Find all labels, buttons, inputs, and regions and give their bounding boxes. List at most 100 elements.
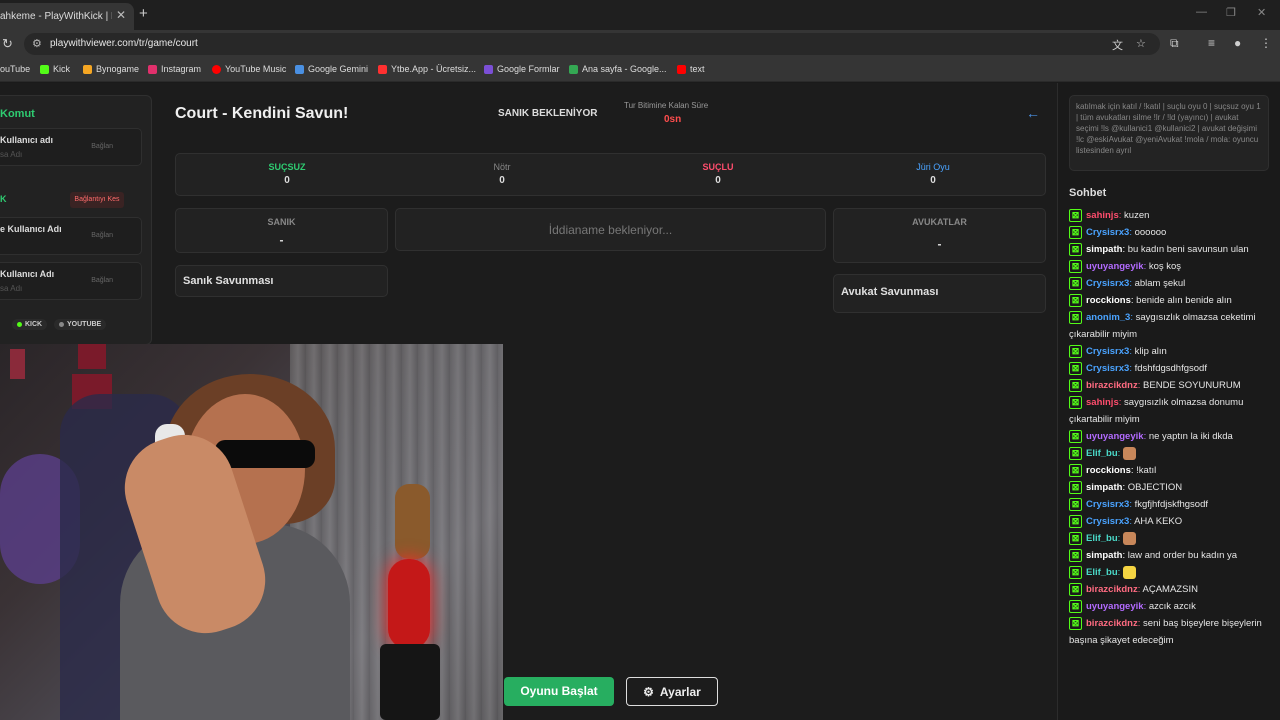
media-icon[interactable]: ≡ <box>1208 36 1215 50</box>
chat-title: Sohbet <box>1069 187 1107 199</box>
card-name: e Kullanıcı Adı <box>0 224 62 234</box>
wall-poster <box>78 344 106 369</box>
bookmark-gemini[interactable]: Google Gemini <box>295 64 368 74</box>
bookmark-instagram[interactable]: Instagram <box>148 64 201 74</box>
chat-username[interactable]: uyuyangeyik <box>1086 261 1144 272</box>
timer-label: Tur Bitimine Kalan Süre <box>624 101 709 110</box>
chat-message: ⊠ simpath: OBJECTION <box>1069 479 1280 496</box>
bookmark-label: Ana sayfa - Google... <box>582 64 667 74</box>
kick-badge-icon: ⊠ <box>1069 463 1082 477</box>
restore-icon[interactable]: ❐ <box>1226 6 1236 19</box>
page-title: Court - Kendini Savun! <box>175 105 349 122</box>
chat-username[interactable]: birazcikdnz <box>1086 618 1138 629</box>
connect-button[interactable]: Bağlan <box>91 143 113 150</box>
bookmark-label: Instagram <box>161 64 202 74</box>
settings-button[interactable]: ⚙ Ayarlar <box>626 677 718 706</box>
chat-message: ⊠ birazcikdnz: seni baş bişeylere bişeyle… <box>1069 615 1280 649</box>
chat-message: ⊠ simpath: bu kadın beni savunsun ulan <box>1069 241 1280 258</box>
youtube-icon <box>677 64 686 74</box>
chat-username[interactable]: birazcikdnz <box>1086 584 1138 595</box>
bookmark-youtube[interactable]: ouTube <box>0 64 30 74</box>
card-sub: sa Adı <box>0 284 23 293</box>
chat-message: ⊠ Elif_bu: <box>1069 564 1280 581</box>
reload-icon[interactable]: ↻ <box>2 36 13 52</box>
back-arrow-icon[interactable]: ← <box>1026 105 1040 121</box>
extensions-icon[interactable]: ⧉ <box>1170 36 1179 51</box>
chat-username[interactable]: Crysisrx3 <box>1086 363 1129 374</box>
browser-tab-active[interactable]: ahkeme - PlayWithKick | Play ✕ <box>0 3 134 30</box>
url-text[interactable]: playwithviewer.com/tr/game/court <box>50 38 198 49</box>
kick-badge-icon: ⊠ <box>1069 514 1082 528</box>
chat-username[interactable]: rocckions <box>1086 465 1131 476</box>
chat-message: ⊠ uyuyangeyik: koş koş <box>1069 258 1280 275</box>
chat-username[interactable]: birazcikdnz <box>1086 380 1138 391</box>
minimize-icon[interactable]: — <box>1196 6 1207 18</box>
chat-username[interactable]: Elif_bu <box>1086 448 1118 459</box>
bookmark-drive[interactable]: Ana sayfa - Google... <box>569 64 667 74</box>
bookmark-text[interactable]: text <box>677 64 705 74</box>
vote-scoreboard: SUÇSUZ 0 Nötr 0 SUÇLU 0 Jüri Oyu 0 <box>175 153 1046 196</box>
platform-label: KICK <box>25 321 43 328</box>
score-value: 0 <box>284 175 290 186</box>
site-info-icon[interactable]: ⚙ <box>32 37 42 50</box>
chat-username[interactable]: uyuyangeyik <box>1086 431 1144 442</box>
score-label: Nötr <box>493 162 511 172</box>
start-game-button[interactable]: Oyunu Başlat <box>504 677 614 706</box>
chat-username[interactable]: sahinjs <box>1086 210 1119 221</box>
card-name: Kullanıcı adı <box>0 135 54 145</box>
emote-icon <box>1122 446 1136 460</box>
wall-poster <box>10 349 25 379</box>
kick-badge-icon: ⊠ <box>1069 548 1082 562</box>
chat-username[interactable]: Crysisrx3 <box>1086 499 1129 510</box>
translate-icon[interactable]: 文 <box>1112 37 1123 53</box>
close-window-icon[interactable]: ✕ <box>1257 6 1266 19</box>
bookmark-youtube-music[interactable]: YouTube Music <box>212 64 286 74</box>
chat-username[interactable]: Crysisrx3 <box>1086 346 1129 357</box>
disconnect-button[interactable]: Bağlantıyı Kes <box>70 192 124 208</box>
chat-username[interactable]: uyuyangeyik <box>1086 601 1144 612</box>
kick-badge-icon: ⊠ <box>1069 565 1082 579</box>
chat-username[interactable]: simpath <box>1086 550 1122 561</box>
bookmark-label: Bynogame <box>96 64 140 74</box>
bookmark-label: text <box>690 64 705 74</box>
chat-username[interactable]: Crysisrx3 <box>1086 516 1129 527</box>
new-tab-icon[interactable]: + <box>139 5 148 22</box>
platform-kick: KICK <box>12 319 48 330</box>
kick-badge-icon: ⊠ <box>1069 599 1082 613</box>
webcam-overlay <box>0 344 503 720</box>
bookmark-label: Google Formlar <box>497 64 560 74</box>
bookmark-ytbe[interactable]: Ytbe.App - Ücretsiz... <box>378 64 476 74</box>
chat-text: benide alın benide alın <box>1136 295 1232 306</box>
chat-username[interactable]: Crysisrx3 <box>1086 278 1129 289</box>
chat-text: bu kadın beni savunsun ulan <box>1127 244 1249 255</box>
chat-username[interactable]: simpath <box>1086 244 1122 255</box>
profile-icon[interactable]: ● <box>1234 36 1241 50</box>
chat-text: kuzen <box>1124 210 1150 221</box>
connect-button[interactable]: Bağlan <box>91 277 113 284</box>
score-label: SUÇLU <box>702 162 734 172</box>
bookmark-kick[interactable]: Kick <box>40 64 70 74</box>
bookmark-bynogame[interactable]: Bynogame <box>83 64 139 74</box>
chat-text: BENDE SOYUNURUM <box>1143 380 1241 391</box>
score-label: SUÇSUZ <box>268 162 306 172</box>
connect-button[interactable]: Bağlan <box>91 232 113 239</box>
chat-text: azcık azcık <box>1148 601 1196 612</box>
chat-username[interactable]: anonim_3 <box>1086 312 1130 323</box>
address-bar[interactable]: ⚙ playwithviewer.com/tr/game/court 文 ☆ <box>24 33 1160 55</box>
bookmark-google-forms[interactable]: Google Formlar <box>484 64 560 74</box>
score-value: 0 <box>715 175 721 186</box>
bookmark-star-icon[interactable]: ☆ <box>1136 37 1146 50</box>
kick-badge-icon: ⊠ <box>1069 429 1082 443</box>
chat-text: klip alın <box>1134 346 1167 357</box>
chat-username[interactable]: Elif_bu <box>1086 567 1118 578</box>
chat-username[interactable]: rocckions <box>1086 295 1131 306</box>
bookmark-label: YouTube Music <box>225 64 287 74</box>
chat-text: AHA KEKO <box>1134 516 1183 527</box>
menu-icon[interactable]: ⋮ <box>1260 36 1272 50</box>
chat-username[interactable]: Elif_bu <box>1086 533 1118 544</box>
chat-username[interactable]: Crysisrx3 <box>1086 227 1129 238</box>
tab-close-icon[interactable]: ✕ <box>116 8 126 22</box>
chat-username[interactable]: sahinjs <box>1086 397 1119 408</box>
chat-username[interactable]: simpath <box>1086 482 1122 493</box>
youtube-username-card: e Kullanıcı Adı Bağlan <box>0 217 142 255</box>
